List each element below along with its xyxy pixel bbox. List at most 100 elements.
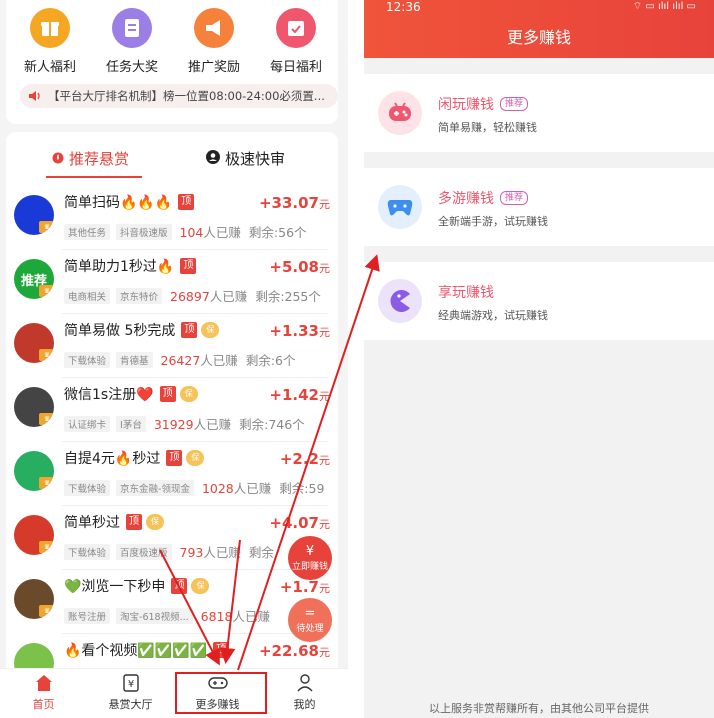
task-price: +1.7元 (280, 578, 330, 596)
header-bar: 12:36 ⌔ ▭ ılıl ılıl ▭ 更多赚钱 (364, 0, 714, 58)
page-title: 更多赚钱 (506, 28, 571, 47)
earned-suffix: 人已赚 (209, 289, 248, 304)
earned-count: 1028人已赚 (202, 478, 271, 497)
quick-action-task-prize[interactable]: 任务大奖 (92, 8, 172, 75)
task-tag: 其他任务 (64, 223, 111, 240)
marquee-text: 【平台大厅排名机制】榜一位置08:00-24:00必须置... (48, 89, 325, 103)
earned-suffix: 人已赚 (203, 545, 241, 560)
yuan-doc-icon: ¥ (87, 673, 174, 693)
earned-suffix: 人已赚 (233, 481, 272, 496)
task-title: 微信1s注册❤️ 顶保 (64, 384, 198, 404)
top-badge: 顶 (181, 322, 198, 338)
nav-me[interactable]: 我的 (261, 673, 348, 712)
task-row[interactable]: ♛ 自提4元🔥秒过顶保 +2.2元 下载体验 京东金融-领现金 1028人已赚 … (6, 442, 338, 506)
gift-icon (30, 8, 70, 48)
price-sign: + (258, 194, 272, 212)
nav-home[interactable]: 首页 (0, 673, 87, 712)
earned-suffix: 人已赚 (193, 417, 232, 432)
float-button-label: 立即赚钱 (291, 561, 328, 572)
earned-number: 1028 (201, 481, 234, 496)
quick-action-label: 任务大奖 (105, 60, 158, 75)
price-sign: + (279, 578, 293, 596)
earn-now-float-button[interactable]: ¥ 立即赚钱 (288, 536, 332, 580)
remaining-count: 剩余:6个 (245, 353, 296, 368)
quick-action-daily[interactable]: 每日福利 (256, 8, 336, 75)
task-avatar: ♛ (14, 451, 54, 491)
earned-number: 26427 (160, 353, 201, 368)
task-tag: 淘宝-618视频... (116, 607, 193, 624)
top-badge: 顶 (126, 514, 142, 530)
pending-float-button[interactable]: = 待处理 (288, 598, 332, 642)
task-tag: 账号注册 (64, 607, 111, 624)
guarantee-badge: 保 (191, 578, 210, 594)
top-badge: 顶 (178, 194, 195, 210)
task-tag: I茅台 (116, 415, 146, 432)
fire-icon (52, 150, 64, 168)
guarantee-badge: 保 (201, 322, 220, 338)
price-value: 2.2 (292, 450, 319, 468)
crown-icon: ♛ (39, 349, 54, 361)
guarantee-badge: 保 (179, 386, 198, 402)
status-icons: ⌔ ▭ ılıl ılıl ▭ (632, 1, 696, 12)
task-avatar: 推荐 ♛ (14, 259, 54, 299)
task-price: +2.2元 (280, 450, 330, 468)
task-title: 简单扫码🔥🔥🔥 顶 (64, 192, 195, 212)
bottom-navigation: 首页 ¥ 悬赏大厅 更多赚钱 我的 (0, 668, 348, 718)
task-tabs: 推荐悬赏 极速快审 (6, 132, 338, 186)
price-sign: + (269, 322, 282, 340)
price-unit: 元 (319, 518, 330, 531)
quick-action-promotion[interactable]: 推广奖励 (174, 8, 254, 75)
announcement-marquee[interactable]: 【平台大厅排名机制】榜一位置08:00-24:00必须置... (20, 84, 338, 108)
task-row[interactable]: ♛ 简单扫码🔥🔥🔥 顶 +33.07元 其他任务 抖音极速版 104人已赚 剩余:… (6, 186, 338, 250)
earned-count: 6818人已赚 (201, 606, 270, 625)
task-row[interactable]: ♛ 微信1s注册❤️ 顶保 +1.42元 认证绑卡 I茅台 31929人已赚 剩余… (6, 378, 338, 442)
top-badge: 顶 (159, 386, 176, 402)
price-value: 22.68 (271, 642, 319, 660)
task-meta: 下载体验 肯德基 26427人已赚 剩余:6个 (64, 350, 295, 369)
price-unit: 元 (319, 390, 330, 403)
price-sign: + (258, 642, 272, 660)
price-value: 4.07 (281, 514, 319, 532)
game-card-xianwan[interactable]: 闲玩赚钱 推荐 简单易赚，轻松赚钱 (364, 74, 714, 152)
quick-action-newbie[interactable]: 新人福利 (10, 8, 90, 75)
price-value: 33.07 (271, 194, 319, 212)
footer-disclaimer: 以上服务非赏帮赚所有，由其他公司平台提供 (429, 702, 649, 715)
remaining-count: 剩余:746个 (239, 417, 305, 432)
task-row[interactable]: ♛ 简单易做 5秒完成顶保 +1.33元 下载体验 肯德基 26427人已赚 剩… (6, 314, 338, 378)
tab-recommended[interactable]: 推荐悬赏 (52, 148, 129, 169)
earned-number: 26897 (170, 289, 210, 304)
task-price: +1.33元 (269, 322, 330, 340)
earned-number: 6818 (200, 609, 233, 624)
tab-fast-review[interactable]: 极速快审 (206, 148, 285, 169)
top-badge: 顶 (166, 450, 183, 466)
tab-label: 极速快审 (225, 150, 286, 168)
active-tab-indicator (46, 176, 142, 178)
recommend-badge: 推荐 (500, 97, 529, 111)
task-row[interactable]: 推荐 ♛ 简单助力1秒过🔥 顶 +5.08元 电商相关 京东特价 26897人已赚 … (6, 250, 338, 314)
task-title: 💚浏览一下秒申顶保 (64, 576, 210, 596)
game-card-xiangwan[interactable]: 享玩赚钱 经典端游戏，试玩赚钱 (364, 262, 714, 340)
crown-icon: ♛ (39, 413, 54, 425)
quick-action-label: 推广奖励 (187, 60, 240, 75)
earned-count: 793人已赚 (180, 542, 241, 561)
nav-reward-hall[interactable]: ¥ 悬赏大厅 (87, 673, 174, 712)
speaker-icon (28, 87, 42, 106)
game-description: 全新端手游，试玩赚钱 (438, 215, 548, 228)
user-circle-icon (206, 149, 220, 168)
task-list-card: 推荐悬赏 极速快审 ♛ 简单扫码🔥🔥🔥 顶 +33.07元 其他任务 抖音极速版 … (6, 132, 338, 677)
price-unit: 元 (319, 326, 330, 339)
task-title-text: 🔥看个视频✅✅✅✅ (64, 643, 208, 659)
earned-number: 793 (179, 545, 204, 560)
remaining-count: 剩余:56个 (248, 225, 307, 240)
controller-icon (378, 185, 422, 229)
yuan-icon: ¥ (305, 543, 315, 559)
task-tag: 下载体验 (64, 351, 111, 368)
price-value: 1.42 (281, 386, 319, 404)
earned-number: 104 (179, 225, 204, 240)
game-card-duoyou[interactable]: 多游赚钱 推荐 全新端手游，试玩赚钱 (364, 168, 714, 246)
tab-label: 推荐悬赏 (69, 150, 130, 168)
price-sign: + (279, 450, 293, 468)
top-badge: 顶 (171, 578, 188, 594)
task-avatar: ♛ (14, 195, 54, 235)
price-unit: 元 (319, 454, 330, 467)
